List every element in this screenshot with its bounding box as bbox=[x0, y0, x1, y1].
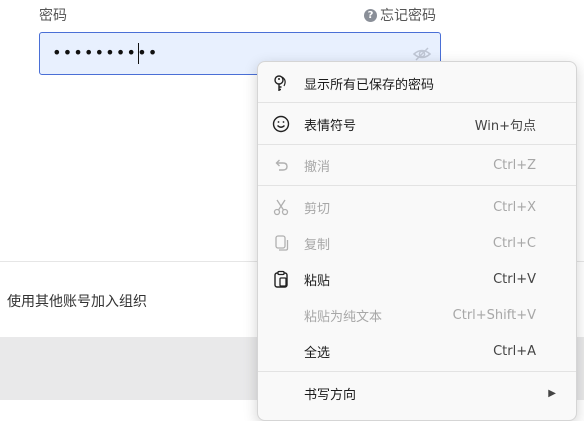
text-caret bbox=[138, 43, 139, 64]
menu-item-writing-direction[interactable]: 书写方向 ▶ bbox=[258, 378, 576, 408]
menu-item-shortcut: Win+句点 bbox=[474, 118, 536, 134]
menu-item-emoji[interactable]: 表情符号 Win+句点 bbox=[258, 109, 576, 139]
key-icon bbox=[272, 74, 290, 92]
submenu-arrow-icon: ▶ bbox=[548, 387, 556, 399]
password-label: 密码 bbox=[39, 8, 67, 24]
menu-item-paste-plain-text[interactable]: 粘贴为纯文本 Ctrl+Shift+V bbox=[258, 300, 576, 330]
clipboard-icon bbox=[272, 270, 290, 288]
menu-separator bbox=[258, 102, 576, 103]
menu-item-label: 显示所有已保存的密码 bbox=[304, 77, 435, 93]
menu-separator bbox=[258, 371, 576, 372]
copy-icon bbox=[272, 234, 290, 252]
menu-item-show-saved-passwords[interactable]: 显示所有已保存的密码 bbox=[258, 68, 576, 98]
scissors-icon bbox=[272, 198, 290, 216]
join-with-other-account-link[interactable]: 使用其他账号加入组织 bbox=[7, 291, 147, 311]
menu-separator bbox=[258, 185, 576, 186]
menu-separator bbox=[258, 144, 576, 145]
menu-item-undo[interactable]: 撤消 Ctrl+Z bbox=[258, 150, 576, 180]
menu-item-label: 表情符号 bbox=[304, 118, 357, 134]
menu-item-shortcut: Ctrl+Shift+V bbox=[452, 307, 536, 323]
menu-item-shortcut: Ctrl+V bbox=[493, 271, 536, 287]
context-menu: 显示所有已保存的密码 表情符号 Win+句点 撤消 Ctrl+Z 剪切 Ctrl… bbox=[257, 61, 577, 421]
menu-item-shortcut: Ctrl+C bbox=[492, 235, 536, 251]
menu-item-copy[interactable]: 复制 Ctrl+C bbox=[258, 228, 576, 258]
menu-item-shortcut: Ctrl+A bbox=[493, 343, 536, 359]
menu-item-label: 粘贴为纯文本 bbox=[304, 309, 383, 325]
menu-item-paste[interactable]: 粘贴 Ctrl+V bbox=[258, 264, 576, 294]
smiley-icon bbox=[272, 115, 290, 133]
password-value: •••••••••• bbox=[52, 43, 159, 62]
menu-item-label: 全选 bbox=[304, 345, 331, 361]
help-icon: ? bbox=[364, 8, 377, 22]
menu-item-shortcut: Ctrl+X bbox=[493, 199, 536, 215]
undo-icon bbox=[272, 156, 290, 174]
forgot-password-label: 忘记密码 bbox=[380, 8, 436, 24]
menu-item-select-all[interactable]: 全选 Ctrl+A bbox=[258, 336, 576, 366]
menu-item-label: 剪切 bbox=[304, 201, 331, 217]
menu-item-label: 粘贴 bbox=[304, 273, 331, 289]
menu-item-label: 复制 bbox=[304, 237, 331, 253]
menu-item-label: 撤消 bbox=[304, 159, 331, 175]
forgot-password-link[interactable]: ? 忘记密码 bbox=[364, 5, 436, 25]
menu-item-cut[interactable]: 剪切 Ctrl+X bbox=[258, 192, 576, 222]
menu-item-shortcut: Ctrl+Z bbox=[493, 157, 536, 173]
